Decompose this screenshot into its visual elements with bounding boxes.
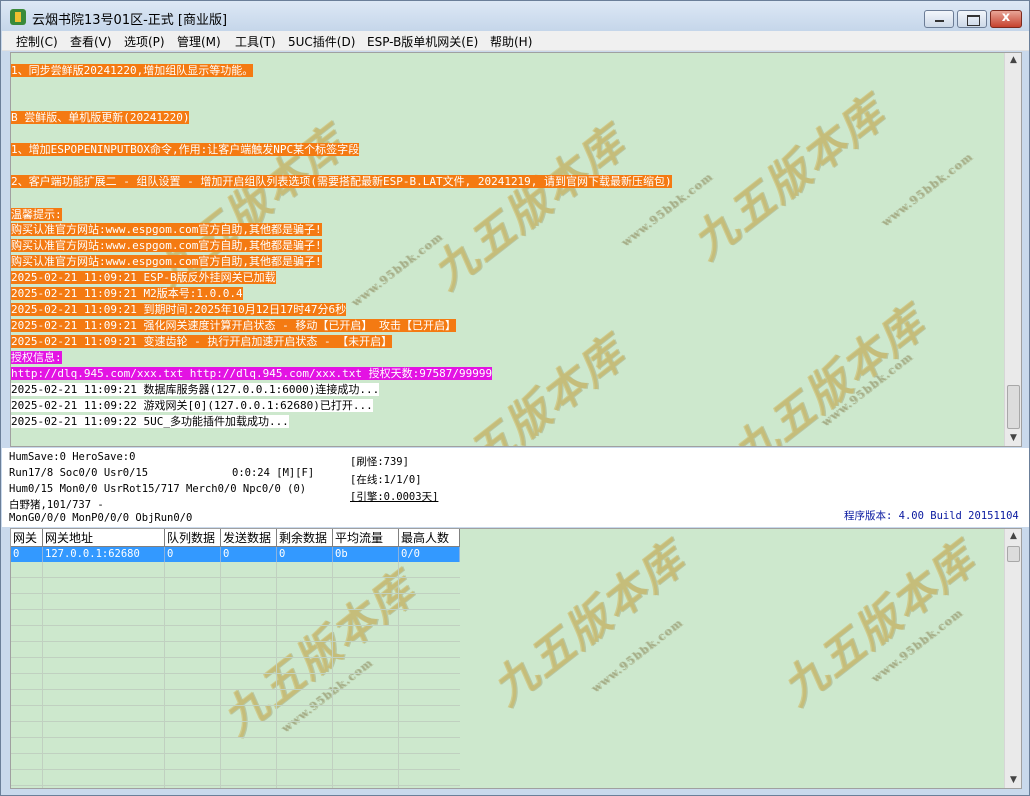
- col-header-remaining[interactable]: 剩余数据: [277, 529, 333, 546]
- log-line: 1、同步尝鲜版20241220,增加组队显示等功能。: [11, 64, 254, 77]
- log-line: 2025-02-21 11:09:21 ESP-B版反外挂网关已加载: [11, 271, 276, 284]
- cell-sent: 0: [221, 547, 277, 562]
- menu-esp-gateway[interactable]: ESP-B版单机网关(E): [367, 33, 478, 50]
- menu-help[interactable]: 帮助(H): [490, 33, 532, 50]
- log-line: 2025-02-21 11:09:21 强化网关速度计算开启状态 - 移动【已开…: [11, 319, 456, 332]
- log-panel[interactable]: 九五版本库 www.95bbk.com 九五版本库 www.95bbk.com …: [10, 52, 1022, 447]
- log-line: 2025-02-21 11:09:21 到期时间:2025年10月12日17时4…: [11, 303, 347, 316]
- run-status: Run17/8 Soc0/0 Usr0/15: [9, 467, 149, 479]
- scroll-up-icon[interactable]: ▲: [1008, 55, 1019, 66]
- watermark-text: 九五版本库: [422, 117, 636, 300]
- table-header: 网关 网关地址 队列数据 发送数据 剩余数据 平均流量 最高人数: [11, 529, 460, 547]
- cell-avg-traffic: 0b: [333, 547, 399, 562]
- col-header-max-users[interactable]: 最高人数: [399, 529, 460, 546]
- log-line: B 尝鲜版、单机版更新(20241220): [11, 111, 190, 124]
- main-window: 云烟书院13号01区-正式 [商业版] x 控制(C) 查看(V) 选项(P) …: [0, 0, 1030, 796]
- log-line: 温馨提示:: [11, 208, 62, 221]
- cell-queue: 0: [165, 547, 221, 562]
- log-line: 2025-02-21 11:09:21 数据库服务器(127.0.0.1:600…: [11, 383, 380, 396]
- scroll-down-icon[interactable]: ▼: [1008, 433, 1019, 444]
- log-line: 2025-02-21 11:09:22 游戏网关[0](127.0.0.1:62…: [11, 399, 373, 412]
- table-scrollbar[interactable]: ▲ ▼: [1004, 529, 1021, 788]
- grid-lines: [11, 562, 460, 788]
- col-header-avg-traffic[interactable]: 平均流量: [333, 529, 399, 546]
- refresh-monster-status: [刷怪:739]: [350, 456, 409, 468]
- log-line: 2、客户端功能扩展二 - 组队设置 - 增加开启组队列表选项(需要搭配最新ESP…: [11, 175, 672, 188]
- log-line: 2025-02-21 11:09:21 变速齿轮 - 执行开启加速开启状态 - …: [11, 335, 393, 348]
- gateway-table: 九五版本库 www.95bbk.com 九五版本库 www.95bbk.com …: [10, 528, 1022, 789]
- watermark-url: www.95bbk.com: [868, 605, 966, 686]
- col-header-address[interactable]: 网关地址: [43, 529, 165, 546]
- cell-address: 127.0.0.1:62680: [43, 547, 165, 562]
- hum-status: Hum0/15 Mon0/0 UsrRot15/717 Merch0/0 Npc…: [9, 483, 307, 495]
- col-header-gateway[interactable]: 网关: [11, 529, 43, 546]
- log-line: 1、增加ESPOPENINPUTBOX命令,作用:让客户端触发NPC某个标签字段: [11, 143, 360, 156]
- watermark-text: 九五版本库: [422, 327, 636, 447]
- log-line: 2025-02-21 11:09:21 M2版本号:1.0.0.4: [11, 287, 243, 300]
- scrollbar-thumb[interactable]: [1007, 385, 1020, 429]
- watermark-url: www.95bbk.com: [588, 615, 686, 696]
- cell-remaining: 0: [277, 547, 333, 562]
- watermark-url: www.95bbk.com: [818, 349, 916, 430]
- watermark-text: 九五版本库: [772, 533, 986, 716]
- timer-status: 0:0:24 [M][F]: [232, 467, 315, 479]
- log-line: 购买认准官方网站:www.espgom.com官方自助,其他都是骗子!: [11, 239, 322, 252]
- scroll-down-icon[interactable]: ▼: [1008, 775, 1019, 786]
- engine-status: [引擎:0.0003天]: [350, 491, 439, 503]
- menu-5uc-plugin[interactable]: 5UC插件(D): [288, 33, 355, 50]
- watermark-url: www.95bbk.com: [878, 149, 976, 230]
- maximize-button[interactable]: [957, 10, 987, 28]
- watermark-text: 九五版本库: [722, 297, 936, 447]
- close-button[interactable]: x: [990, 10, 1022, 28]
- menu-control[interactable]: 控制(C): [16, 33, 58, 50]
- menu-tools[interactable]: 工具(T): [235, 33, 276, 50]
- watermark-url: www.95bbk.com: [348, 229, 446, 310]
- boar-status: 白野猪,101/737 -: [9, 499, 104, 511]
- online-status: [在线:1/1/0]: [350, 474, 422, 486]
- log-scrollbar[interactable]: ▲ ▼: [1004, 53, 1021, 446]
- menu-options[interactable]: 选项(P): [124, 33, 165, 50]
- close-icon: x: [1001, 10, 1011, 25]
- title-bar[interactable]: 云烟书院13号01区-正式 [商业版] x: [1, 1, 1029, 31]
- app-icon: [10, 9, 26, 25]
- cell-max-users: 0/0: [399, 547, 460, 562]
- cell-gateway: 0: [11, 547, 43, 562]
- monster-status: MonG0/0/0 MonP0/0/0 ObjRun0/0: [9, 512, 193, 524]
- status-panel: HumSave:0 HeroSave:0 Run17/8 Soc0/0 Usr0…: [2, 448, 1029, 527]
- minimize-button[interactable]: [924, 10, 954, 28]
- program-version: 程序版本: 4.00 Build 20151104: [844, 510, 1019, 522]
- log-line: 2025-02-21 11:09:22 5UC_多功能插件加载成功...: [11, 415, 289, 428]
- log-line: 授权信息:: [11, 351, 62, 364]
- col-header-sent[interactable]: 发送数据: [221, 529, 277, 546]
- scrollbar-thumb[interactable]: [1007, 546, 1020, 562]
- log-line: 购买认准官方网站:www.espgom.com官方自助,其他都是骗子!: [11, 255, 322, 268]
- scroll-up-icon[interactable]: ▲: [1008, 531, 1019, 542]
- menu-view[interactable]: 查看(V): [70, 33, 112, 50]
- window-title: 云烟书院13号01区-正式 [商业版]: [32, 13, 228, 28]
- log-line: 购买认准官方网站:www.espgom.com官方自助,其他都是骗子!: [11, 223, 322, 236]
- watermark-text: 九五版本库: [682, 87, 896, 270]
- menu-bar: 控制(C) 查看(V) 选项(P) 管理(M) 工具(T) 5UC插件(D) E…: [2, 31, 1029, 51]
- hum-save-status: HumSave:0 HeroSave:0: [9, 451, 136, 463]
- watermark-text: 九五版本库: [482, 533, 696, 716]
- menu-manage[interactable]: 管理(M): [177, 33, 221, 50]
- col-header-queue[interactable]: 队列数据: [165, 529, 221, 546]
- log-line: http://dlq.945.com/xxx.txt http://dlq.94…: [11, 367, 493, 380]
- table-row[interactable]: 0 127.0.0.1:62680 0 0 0 0b 0/0: [11, 547, 460, 562]
